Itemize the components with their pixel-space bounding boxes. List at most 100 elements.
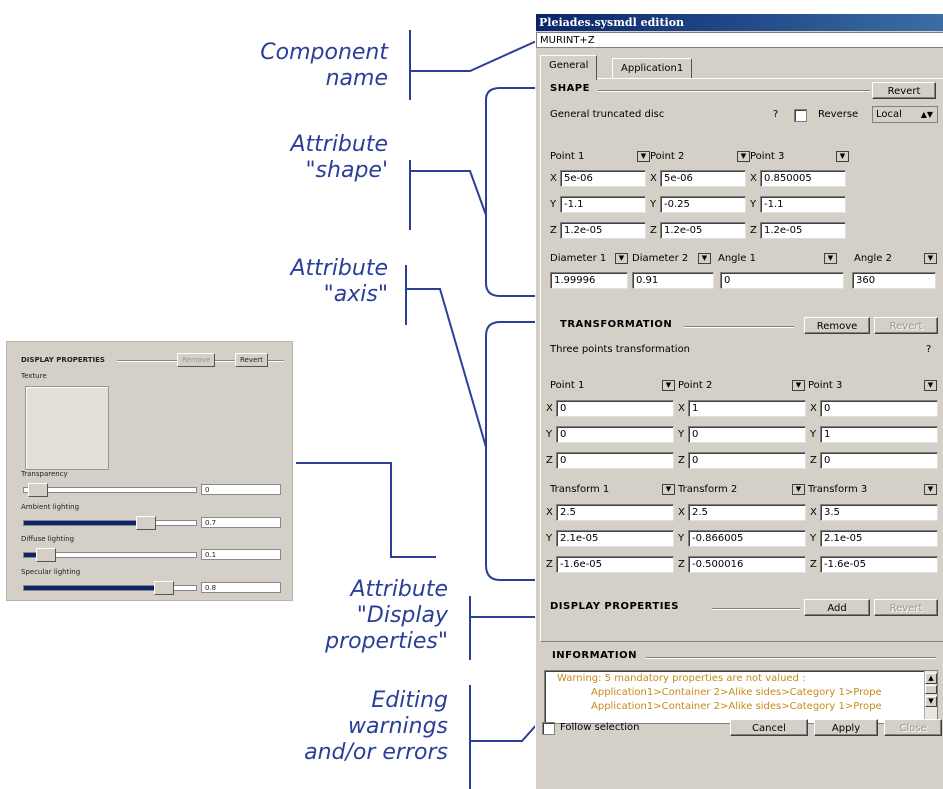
help-icon[interactable]: ?: [773, 109, 778, 120]
slider-thumb[interactable]: [36, 548, 56, 562]
slider-thumb[interactable]: [136, 516, 156, 530]
information-box[interactable]: Warning: 5 mandatory properties are not …: [544, 670, 938, 724]
transf-p1-z[interactable]: 0: [556, 452, 674, 469]
coord-label: X: [650, 173, 657, 184]
close-button[interactable]: Close: [884, 719, 942, 736]
shape-p1-z[interactable]: 1.2e-05: [560, 222, 646, 239]
slider-thumb[interactable]: [154, 581, 174, 595]
point-label: Point 3: [808, 380, 843, 391]
transform-menu-icon[interactable]: ▼: [662, 484, 675, 495]
point-menu-icon[interactable]: ▼: [836, 151, 849, 162]
transparency-slider[interactable]: [23, 483, 197, 497]
shape-revert-button[interactable]: Revert: [872, 82, 936, 99]
transformation-remove-button[interactable]: Remove: [804, 317, 870, 334]
transform-menu-icon[interactable]: ▼: [792, 484, 805, 495]
transf-p2-y[interactable]: 0: [688, 426, 806, 443]
specular-lighting-slider[interactable]: [23, 581, 197, 595]
display-properties-title: DISPLAY PROPERTIES: [21, 356, 105, 364]
transform2-y[interactable]: -0.866005: [688, 530, 806, 547]
revert-button[interactable]: Revert: [235, 353, 268, 367]
follow-selection-checkbox[interactable]: [542, 722, 555, 735]
transform3-x[interactable]: 3.5: [820, 504, 938, 521]
slider-thumb[interactable]: [28, 483, 48, 497]
transparency-value[interactable]: 0: [201, 484, 281, 495]
transf-p2-z[interactable]: 0: [688, 452, 806, 469]
transform-menu-icon[interactable]: ▼: [924, 484, 937, 495]
help-icon[interactable]: ?: [926, 344, 931, 355]
ambient-lighting-value[interactable]: 0.7: [201, 517, 281, 528]
shape-p2-x[interactable]: 5e-06: [660, 170, 746, 187]
point-menu-icon[interactable]: ▼: [737, 151, 750, 162]
point-menu-icon[interactable]: ▼: [662, 380, 675, 391]
updown-icon: ▲▼: [920, 110, 933, 119]
remove-button[interactable]: Remove: [177, 353, 216, 367]
param-menu-icon[interactable]: ▼: [615, 253, 628, 264]
point-menu-icon[interactable]: ▼: [792, 380, 805, 391]
shape-p2-y[interactable]: -0.25: [660, 196, 746, 213]
transform-label: Transform 3: [808, 484, 868, 495]
transform3-z[interactable]: -1.6e-05: [820, 556, 938, 573]
shape-section-title: SHAPE: [550, 83, 590, 94]
annotation-component-name: Component name: [238, 40, 388, 92]
param-menu-icon[interactable]: ▼: [698, 253, 711, 264]
display-add-button[interactable]: Add: [804, 599, 870, 616]
angle1-input[interactable]: 0: [720, 272, 844, 289]
warning-text: Application1>Container 2>Alike sides>Cat…: [591, 701, 882, 712]
point-menu-icon[interactable]: ▼: [924, 380, 937, 391]
transf-p3-z[interactable]: 0: [820, 452, 938, 469]
transf-p1-y[interactable]: 0: [556, 426, 674, 443]
tab-application1[interactable]: Application1: [612, 58, 693, 79]
component-name-field[interactable]: MURINT+Z: [536, 32, 943, 48]
transform3-y[interactable]: 2.1e-05: [820, 530, 938, 547]
coord-label: Z: [546, 455, 553, 466]
frame-select[interactable]: Local ▲▼: [872, 106, 938, 123]
cancel-button[interactable]: Cancel: [730, 719, 808, 736]
ambient-lighting-slider[interactable]: [23, 516, 197, 530]
coord-label: X: [678, 507, 685, 518]
reverse-checkbox[interactable]: [794, 109, 807, 122]
coord-label: Z: [810, 559, 817, 570]
transform1-z[interactable]: -1.6e-05: [556, 556, 674, 573]
param-menu-icon[interactable]: ▼: [824, 253, 837, 264]
shape-p2-z[interactable]: 1.2e-05: [660, 222, 746, 239]
diffuse-lighting-slider[interactable]: [23, 548, 197, 562]
transform2-x[interactable]: 2.5: [688, 504, 806, 521]
scroll-down-icon[interactable]: ▼: [925, 696, 937, 707]
shape-p3-y[interactable]: -1.1: [760, 196, 846, 213]
param-label: Angle 1: [718, 253, 756, 264]
warning-text: Warning: 5 mandatory properties are not …: [557, 673, 806, 684]
transf-p3-y[interactable]: 1: [820, 426, 938, 443]
point-menu-icon[interactable]: ▼: [637, 151, 650, 162]
diffuse-lighting-value[interactable]: 0.1: [201, 549, 281, 560]
transf-p2-x[interactable]: 1: [688, 400, 806, 417]
point-label: Point 2: [650, 151, 685, 162]
diameter2-input[interactable]: 0.91: [632, 272, 714, 289]
transform1-y[interactable]: 2.1e-05: [556, 530, 674, 547]
display-revert-button[interactable]: Revert: [874, 599, 938, 616]
coord-label: Z: [678, 559, 685, 570]
coord-label: Z: [678, 455, 685, 466]
transform1-x[interactable]: 2.5: [556, 504, 674, 521]
scroll-up-icon[interactable]: ▲: [925, 673, 937, 684]
coord-label: X: [750, 173, 757, 184]
diameter1-input[interactable]: 1.99996: [550, 272, 628, 289]
angle2-input[interactable]: 360: [852, 272, 936, 289]
shape-p3-x[interactable]: 0.850005: [760, 170, 846, 187]
transform2-z[interactable]: -0.500016: [688, 556, 806, 573]
param-menu-icon[interactable]: ▼: [924, 253, 937, 264]
shape-p1-y[interactable]: -1.1: [560, 196, 646, 213]
scrollbar[interactable]: ▲ ▼: [924, 671, 937, 721]
texture-preview[interactable]: [25, 386, 109, 470]
transformation-revert-button[interactable]: Revert: [874, 317, 938, 334]
transf-p3-x[interactable]: 0: [820, 400, 938, 417]
tab-general[interactable]: General: [540, 55, 598, 80]
coord-label: Y: [550, 199, 557, 210]
shape-p3-z[interactable]: 1.2e-05: [760, 222, 846, 239]
shape-p1-x[interactable]: 5e-06: [560, 170, 646, 187]
transf-p1-x[interactable]: 0: [556, 400, 674, 417]
apply-button[interactable]: Apply: [814, 719, 878, 736]
specular-lighting-value[interactable]: 0.8: [201, 582, 281, 593]
slider-fill: [24, 521, 144, 525]
scroll-thumb[interactable]: [925, 685, 937, 694]
point-label: Point 2: [678, 380, 713, 391]
